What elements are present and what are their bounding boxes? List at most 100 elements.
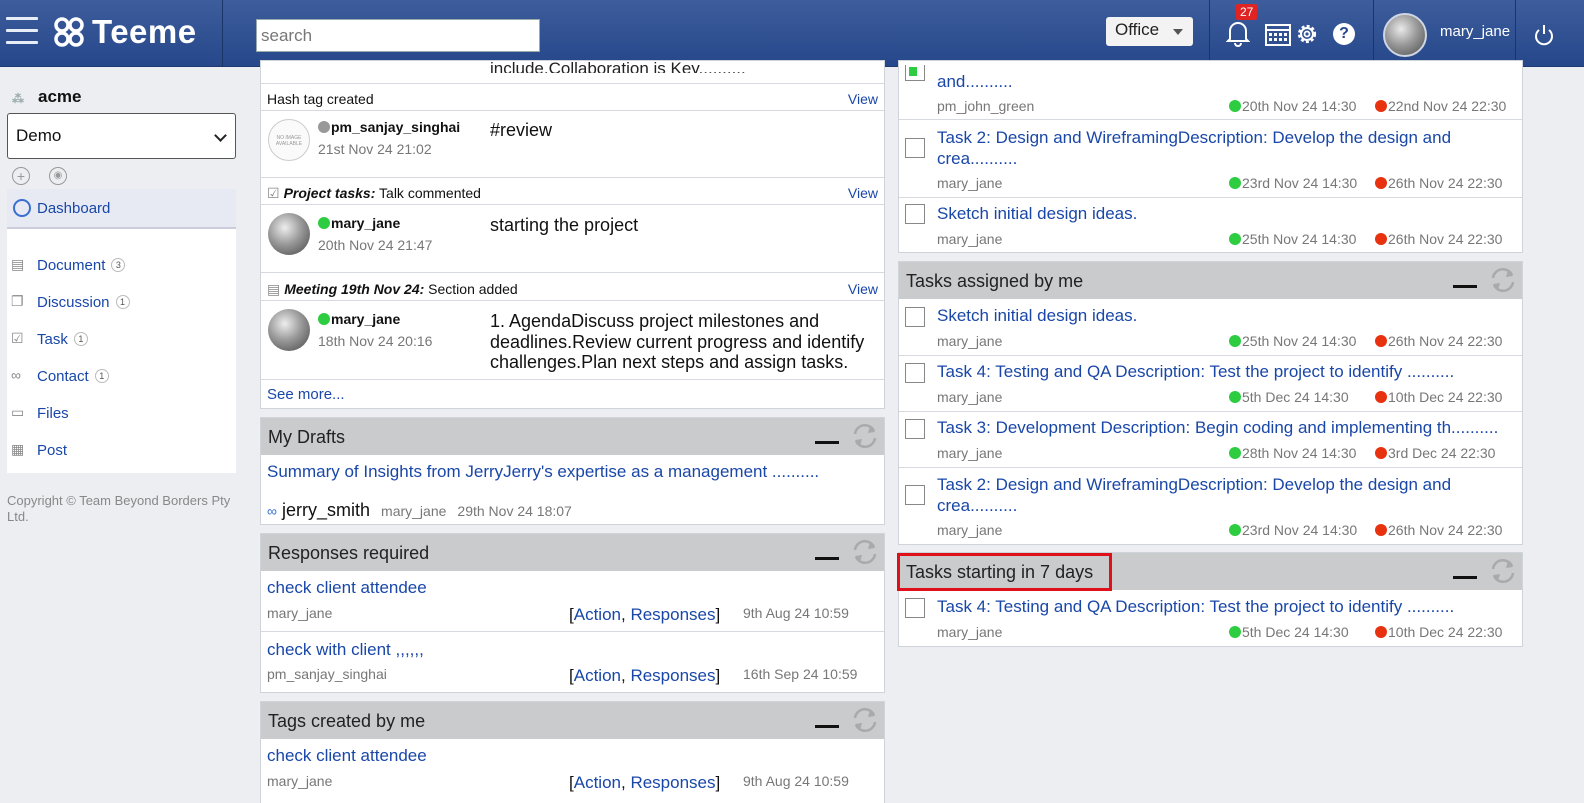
task-title-link[interactable]: crea.......... bbox=[937, 149, 1017, 169]
start-dot bbox=[1229, 626, 1241, 638]
task-start: 25th Nov 24 14:30 bbox=[1229, 333, 1356, 349]
tags-panel: Tags created by me check client attendee… bbox=[260, 701, 885, 803]
user-avatar[interactable] bbox=[1383, 13, 1427, 57]
action-link[interactable]: Action bbox=[574, 773, 621, 792]
response-user: mary_jane bbox=[267, 605, 333, 621]
response-user: pm_sanjay_singhai bbox=[267, 666, 387, 682]
gear-icon[interactable] bbox=[1295, 22, 1319, 46]
task-start-time: 23rd Nov 24 14:30 bbox=[1242, 522, 1358, 538]
panel-header: My Drafts bbox=[261, 418, 884, 455]
username-label[interactable]: mary_jane bbox=[1440, 23, 1510, 40]
view-link[interactable]: View bbox=[848, 185, 878, 201]
project-select[interactable]: Demo bbox=[7, 113, 236, 159]
sidebar-item-post[interactable]: ▦ Post bbox=[11, 441, 67, 459]
tag-title-link[interactable]: check client attendee bbox=[267, 746, 427, 766]
add-icon[interactable]: + bbox=[12, 167, 30, 185]
task-title-link[interactable]: and.......... bbox=[937, 72, 1013, 92]
activity-header-bold: Meeting 19th Nov 24: bbox=[284, 281, 425, 297]
task-title-link[interactable]: Task 2: Design and WireframingDescriptio… bbox=[937, 128, 1451, 148]
task-user: mary_jane bbox=[937, 333, 1003, 349]
responses-link[interactable]: Responses bbox=[630, 605, 715, 624]
task-checkbox[interactable] bbox=[905, 419, 925, 439]
sidebar: ⁂ acme Demo + ◉ Dashboard ▤ Document 3 ❐ Dis… bbox=[0, 67, 248, 803]
response-time: 16th Sep 24 10:59 bbox=[743, 666, 858, 682]
activity-time: 18th Nov 24 20:16 bbox=[318, 333, 433, 349]
sidebar-item-document[interactable]: ▤ Document 3 bbox=[11, 256, 126, 274]
task-start-time: 25th Nov 24 14:30 bbox=[1242, 231, 1357, 247]
help-icon[interactable]: ? bbox=[1333, 23, 1355, 45]
task-checkbox[interactable] bbox=[905, 138, 925, 158]
refresh-icon[interactable] bbox=[850, 537, 880, 567]
response-title-link[interactable]: check client attendee bbox=[267, 578, 427, 598]
task-checkbox[interactable] bbox=[905, 598, 925, 618]
sidebar-item-task[interactable]: ☑ Task 1 bbox=[11, 330, 88, 348]
start-dot bbox=[1229, 391, 1241, 403]
responses-link[interactable]: Responses bbox=[630, 666, 715, 685]
eye-icon[interactable]: ◉ bbox=[49, 167, 67, 185]
calendar-icon[interactable] bbox=[1265, 22, 1291, 46]
sidebar-item-label: Files bbox=[37, 404, 69, 422]
responses-link[interactable]: Responses bbox=[630, 773, 715, 792]
task-title-link[interactable]: Task 3: Development Description: Begin c… bbox=[937, 418, 1498, 438]
search-input[interactable] bbox=[256, 19, 540, 52]
workspace-select[interactable]: Office bbox=[1106, 17, 1193, 46]
progress-fill bbox=[909, 67, 917, 76]
task-end: 10th Dec 24 22:30 bbox=[1375, 624, 1502, 640]
task-checkbox[interactable] bbox=[905, 204, 925, 224]
task-start: 20th Nov 24 14:30 bbox=[1229, 98, 1356, 114]
refresh-icon[interactable] bbox=[1488, 265, 1518, 295]
end-dot bbox=[1375, 335, 1387, 347]
task-end: 22nd Nov 24 22:30 bbox=[1375, 98, 1506, 114]
activity-time: 20th Nov 24 21:47 bbox=[318, 237, 433, 253]
task-start-time: 20th Nov 24 14:30 bbox=[1242, 98, 1357, 114]
task-checkbox[interactable] bbox=[905, 65, 925, 81]
sidebar-item-dashboard[interactable]: Dashboard bbox=[7, 189, 236, 229]
sidebar-item-discussion[interactable]: ❐ Discussion 1 bbox=[11, 293, 130, 311]
minimize-icon[interactable] bbox=[815, 725, 839, 728]
start-dot bbox=[1229, 447, 1241, 459]
task-end-time: 26th Nov 24 22:30 bbox=[1388, 333, 1503, 349]
task-user: mary_jane bbox=[937, 624, 1003, 640]
task-start: 5th Dec 24 14:30 bbox=[1229, 624, 1349, 640]
task-checkbox[interactable] bbox=[905, 485, 925, 505]
response-title-link[interactable]: check with client ,,,,,, bbox=[267, 640, 424, 660]
refresh-icon[interactable] bbox=[850, 705, 880, 735]
action-link[interactable]: Action bbox=[574, 605, 621, 624]
see-more-link[interactable]: See more... bbox=[267, 386, 345, 403]
refresh-icon[interactable] bbox=[1488, 556, 1518, 586]
task-title-link[interactable]: Sketch initial design ideas. bbox=[937, 204, 1137, 224]
minimize-icon[interactable] bbox=[1453, 285, 1477, 288]
power-icon[interactable] bbox=[1534, 24, 1554, 46]
view-link[interactable]: View bbox=[848, 281, 878, 297]
activity-user: mary_jane bbox=[318, 215, 400, 231]
activity-user-name: pm_sanjay_singhai bbox=[331, 119, 461, 135]
task-title-link[interactable]: crea.......... bbox=[937, 496, 1017, 516]
task-start-time: 23rd Nov 24 14:30 bbox=[1242, 175, 1358, 191]
starting-panel: Tasks starting in 7 days Task 4: Testing… bbox=[897, 552, 1523, 647]
view-link[interactable]: View bbox=[848, 91, 878, 107]
sidebar-item-contact[interactable]: ∞ Contact 1 bbox=[11, 367, 109, 385]
brand-name: Teeme bbox=[92, 13, 197, 50]
task-title-link[interactable]: Task 4: Testing and QA Description: Test… bbox=[937, 362, 1454, 382]
menu-icon[interactable] bbox=[6, 17, 38, 47]
task-title-link[interactable]: Task 4: Testing and QA Description: Test… bbox=[937, 597, 1454, 617]
action-link[interactable]: Action bbox=[574, 666, 621, 685]
task-title-link[interactable]: Task 2: Design and WireframingDescriptio… bbox=[937, 475, 1451, 495]
bell-icon[interactable] bbox=[1226, 19, 1250, 47]
sidebar-item-files[interactable]: ▭ Files bbox=[11, 404, 69, 422]
minimize-icon[interactable] bbox=[815, 441, 839, 444]
refresh-icon[interactable] bbox=[850, 421, 880, 451]
count-badge: 1 bbox=[115, 295, 130, 309]
sidebar-item-label: Document bbox=[37, 256, 106, 274]
response-actions: [Action, Responses] bbox=[569, 666, 721, 685]
minimize-icon[interactable] bbox=[815, 557, 839, 560]
task-checkbox[interactable] bbox=[905, 307, 925, 327]
task-title-link[interactable]: Sketch initial design ideas. bbox=[937, 306, 1137, 326]
task-end: 3rd Dec 24 22:30 bbox=[1375, 445, 1495, 461]
folder-icon: ▭ bbox=[11, 404, 25, 420]
assigned-panel: Tasks assigned by me Sketch initial desi… bbox=[898, 261, 1523, 545]
brand-logo[interactable]: Teeme bbox=[52, 12, 197, 52]
minimize-icon[interactable] bbox=[1453, 576, 1477, 579]
task-checkbox[interactable] bbox=[905, 363, 925, 383]
draft-title-link[interactable]: Summary of Insights from JerryJerry's ex… bbox=[267, 462, 819, 482]
